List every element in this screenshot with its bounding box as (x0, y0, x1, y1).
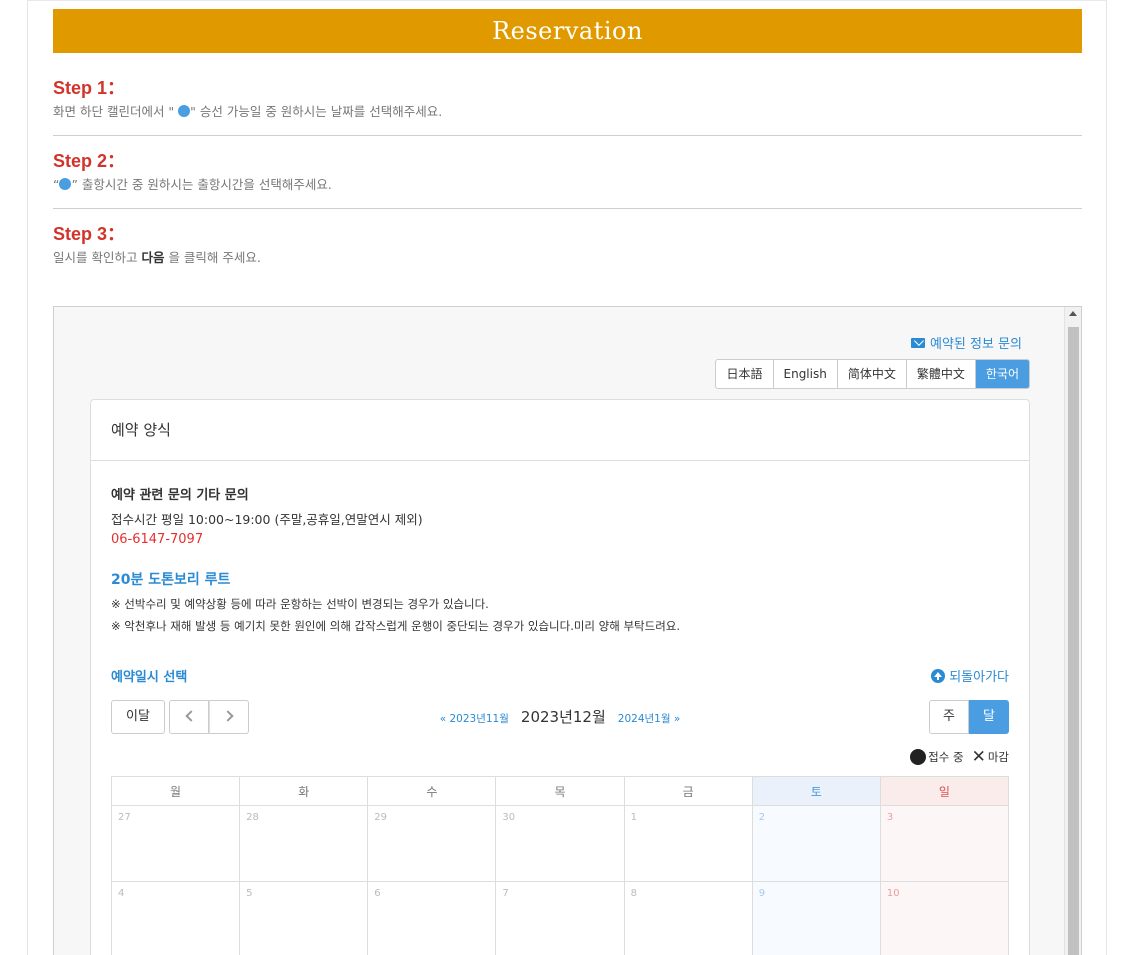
step-3: Step 3： 일시를 확인하고 다음 을 클릭해 주세요. (53, 223, 1082, 266)
step-3-title: Step 3： (53, 224, 126, 244)
calendar-day-cell[interactable]: 7 (495, 881, 625, 955)
calendar-legend: 접수 중 ✕ 마감 (910, 747, 1009, 767)
weekday-header-sunday: 일 (879, 776, 1010, 806)
panel-title: 예약 양식 (91, 400, 1029, 461)
contact-hours: 접수시간 평일 10:00~19:00 (주말,공휴일,연말연시 제외) (111, 512, 423, 527)
next-month-link[interactable]: 2024년1월 » (618, 713, 680, 725)
close-x-icon: ✕ (971, 747, 986, 767)
weekday-header: 월 (110, 776, 241, 806)
reservation-form-panel: 예약 양식 예약 관련 문의 기타 문의 접수시간 평일 10:00~19:00… (90, 399, 1030, 955)
calendar-grid: 월 화 수 목 금 토 일 27 28 29 30 1 2 3 4 5 6 7 … (110, 776, 1010, 955)
week-view-button[interactable]: 주 (929, 700, 969, 734)
lang-simplified-chinese-button[interactable]: 简体中文 (838, 360, 907, 388)
back-link[interactable]: 되돌아가다 (931, 666, 1009, 685)
this-month-button[interactable]: 이달 (111, 700, 165, 734)
weekday-header: 수 (367, 776, 497, 806)
step-2: Step 2： “” 출항시간 중 원하시는 출항시간을 선택해주세요. (53, 150, 1082, 193)
notice-text: ※ 선박수리 및 예약상황 등에 따라 운항하는 선박이 변경되는 경우가 있습… (111, 597, 489, 611)
weekday-header: 화 (239, 776, 369, 806)
divider (53, 208, 1082, 209)
available-dot-icon (59, 178, 72, 190)
calendar-toolbar: « 2023년11월 2023년12월 2024년1월 » 이달 주 달 (111, 700, 1009, 736)
weekday-header-row: 월 화 수 목 금 토 일 (110, 776, 1010, 806)
step-1: Step 1： 화면 하단 캘린더에서 " " 승선 가능일 중 원하시는 날짜… (53, 77, 1082, 120)
calendar-day-cell[interactable]: 28 (239, 805, 369, 882)
language-selector: 日本語 English 简体中文 繁體中文 한국어 (715, 359, 1030, 389)
calendar-day-cell[interactable]: 2 (751, 805, 881, 882)
scrollbar-thumb[interactable] (1068, 327, 1079, 955)
inquiry-link[interactable]: 예약된 정보 문의 (911, 333, 1022, 352)
calendar-day-cell[interactable]: 30 (495, 805, 625, 882)
month-view-button[interactable]: 달 (969, 700, 1009, 734)
chevron-right-icon (221, 710, 234, 722)
calendar-day-cell[interactable]: 1 (623, 805, 753, 882)
reservation-banner: Reservation (53, 9, 1082, 53)
step-1-title: Step 1： (53, 78, 126, 98)
circle-up-arrow-icon (931, 668, 946, 683)
lang-english-button[interactable]: English (774, 360, 838, 388)
lang-korean-button[interactable]: 한국어 (975, 360, 1029, 388)
calendar-day-cell[interactable]: 4 (110, 881, 241, 955)
date-select-title: 예약일시 선택 (111, 670, 188, 685)
calendar-day-cell[interactable]: 27 (110, 805, 241, 882)
weekday-header: 금 (623, 776, 753, 806)
divider (53, 135, 1082, 136)
calendar-week-row: 4 5 6 7 8 9 10 (110, 881, 1010, 955)
calendar-week-row: 27 28 29 30 1 2 3 (110, 805, 1010, 882)
calendar-day-cell[interactable]: 29 (367, 805, 497, 882)
step-1-desc: 화면 하단 캘린더에서 " " 승선 가능일 중 원하시는 날짜를 선택해주세요… (53, 104, 443, 119)
open-dot-icon (910, 749, 927, 765)
step-2-desc: “” 출항시간 중 원하시는 출항시간을 선택해주세요. (53, 177, 332, 192)
calendar-day-cell[interactable]: 9 (751, 881, 881, 955)
scroll-up-arrow-icon[interactable] (1069, 311, 1077, 316)
envelope-icon (911, 337, 925, 348)
calendar-day-cell[interactable]: 6 (367, 881, 497, 955)
chevron-left-icon (184, 710, 197, 722)
calendar-day-cell[interactable]: 10 (879, 881, 1010, 955)
contact-title: 예약 관련 문의 기타 문의 (111, 488, 249, 503)
lang-japanese-button[interactable]: 日本語 (716, 360, 774, 388)
weekday-header-saturday: 토 (751, 776, 881, 806)
step-3-desc: 일시를 확인하고 다음 을 클릭해 주세요. (53, 250, 261, 265)
prev-month-link[interactable]: « 2023년11월 (440, 713, 509, 725)
current-month-label: 2023년12월 (520, 708, 606, 726)
scrollbar[interactable] (1064, 307, 1081, 955)
calendar-day-cell[interactable]: 5 (239, 881, 369, 955)
available-dot-icon (178, 105, 191, 117)
notice-text: ※ 악천후나 재해 발생 등 예기치 못한 원인에 의해 갑작스럽게 운행이 중… (111, 619, 681, 633)
calendar-day-cell[interactable]: 8 (623, 881, 753, 955)
calendar-day-cell[interactable]: 3 (879, 805, 1010, 882)
contact-phone: 06-6147-7097 (111, 532, 204, 547)
lang-traditional-chinese-button[interactable]: 繁體中文 (907, 360, 976, 388)
step-2-title: Step 2： (53, 151, 126, 171)
reservation-widget: 예약된 정보 문의 日本語 English 简体中文 繁體中文 한국어 예약 양… (53, 306, 1082, 955)
next-button[interactable] (209, 700, 249, 734)
weekday-header: 목 (495, 776, 625, 806)
prev-button[interactable] (169, 700, 209, 734)
route-title: 20분 도톤보리 루트 (111, 572, 231, 588)
